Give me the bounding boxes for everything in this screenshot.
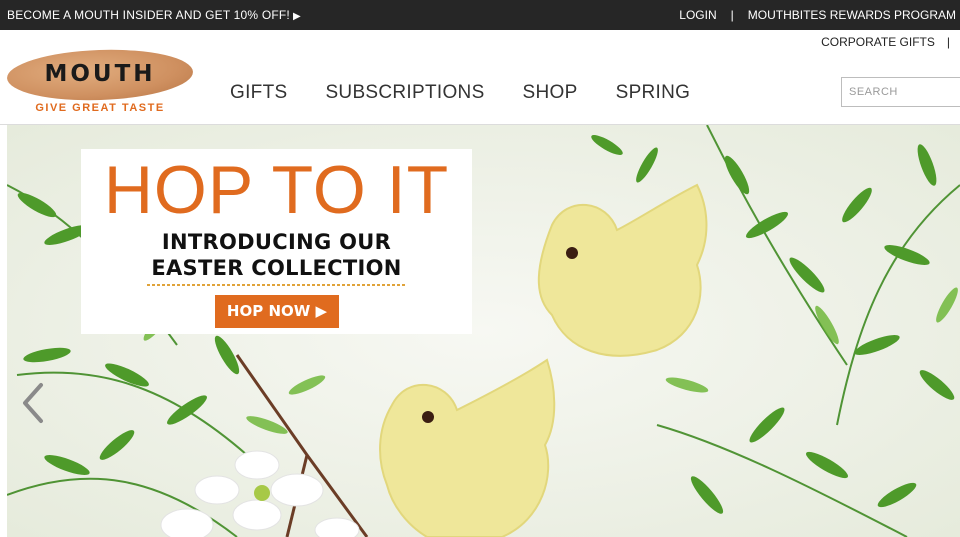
nav-item-gifts[interactable]: GIFTS bbox=[230, 82, 287, 104]
hop-now-button[interactable]: HOP NOW ▶ bbox=[215, 295, 339, 328]
hero-subtitle: INTRODUCING OUR EASTER COLLECTION bbox=[81, 229, 472, 281]
search-input[interactable] bbox=[849, 86, 960, 98]
top-promo-bar: BECOME A MOUTH INSIDER AND GET 10% OFF! ▶… bbox=[0, 0, 960, 30]
logo-tagline: GIVE GREAT TASTE bbox=[35, 102, 165, 114]
account-links: LOGIN | MOUTHBITES REWARDS PROGRAM bbox=[679, 8, 956, 22]
insider-promo-link[interactable]: BECOME A MOUTH INSIDER AND GET 10% OFF! ▶ bbox=[7, 8, 301, 22]
nav-item-subscriptions[interactable]: SUBSCRIPTIONS bbox=[325, 82, 484, 104]
corporate-links: CORPORATE GIFTS | bbox=[821, 35, 950, 49]
nav-item-shop[interactable]: SHOP bbox=[523, 82, 578, 104]
promo-text: BECOME A MOUTH INSIDER AND GET 10% OFF! bbox=[7, 8, 290, 22]
hero-subtitle-line-2: EASTER COLLECTION bbox=[151, 256, 402, 280]
hero-title: HOP TO IT bbox=[103, 152, 450, 228]
rewards-program-link[interactable]: MOUTHBITES REWARDS PROGRAM bbox=[748, 8, 956, 22]
separator: | bbox=[730, 8, 734, 22]
play-triangle-icon: ▶ bbox=[292, 11, 301, 22]
corporate-gifts-link[interactable]: CORPORATE GIFTS bbox=[821, 35, 935, 49]
main-nav: GIFTS SUBSCRIPTIONS SHOP SPRING bbox=[230, 82, 728, 104]
hero-subtitle-line-1: INTRODUCING OUR bbox=[161, 230, 392, 254]
login-link[interactable]: LOGIN bbox=[679, 8, 716, 22]
logo-wordmark: MOUTH bbox=[44, 61, 156, 87]
separator: | bbox=[946, 35, 950, 49]
nav-item-spring[interactable]: SPRING bbox=[616, 82, 691, 104]
mouth-logo[interactable]: MOUTH GIVE GREAT TASTE bbox=[6, 46, 194, 116]
decorative-divider bbox=[147, 284, 407, 286]
search-box bbox=[841, 77, 960, 107]
hero-banner[interactable]: HOP TO IT INTRODUCING OUR EASTER COLLECT… bbox=[7, 125, 960, 537]
easter-promo-card: HOP TO IT INTRODUCING OUR EASTER COLLECT… bbox=[81, 149, 472, 334]
chevron-left-icon[interactable] bbox=[19, 381, 49, 425]
site-header: CORPORATE GIFTS | MOUTH GIVE GREAT TASTE … bbox=[0, 30, 960, 125]
